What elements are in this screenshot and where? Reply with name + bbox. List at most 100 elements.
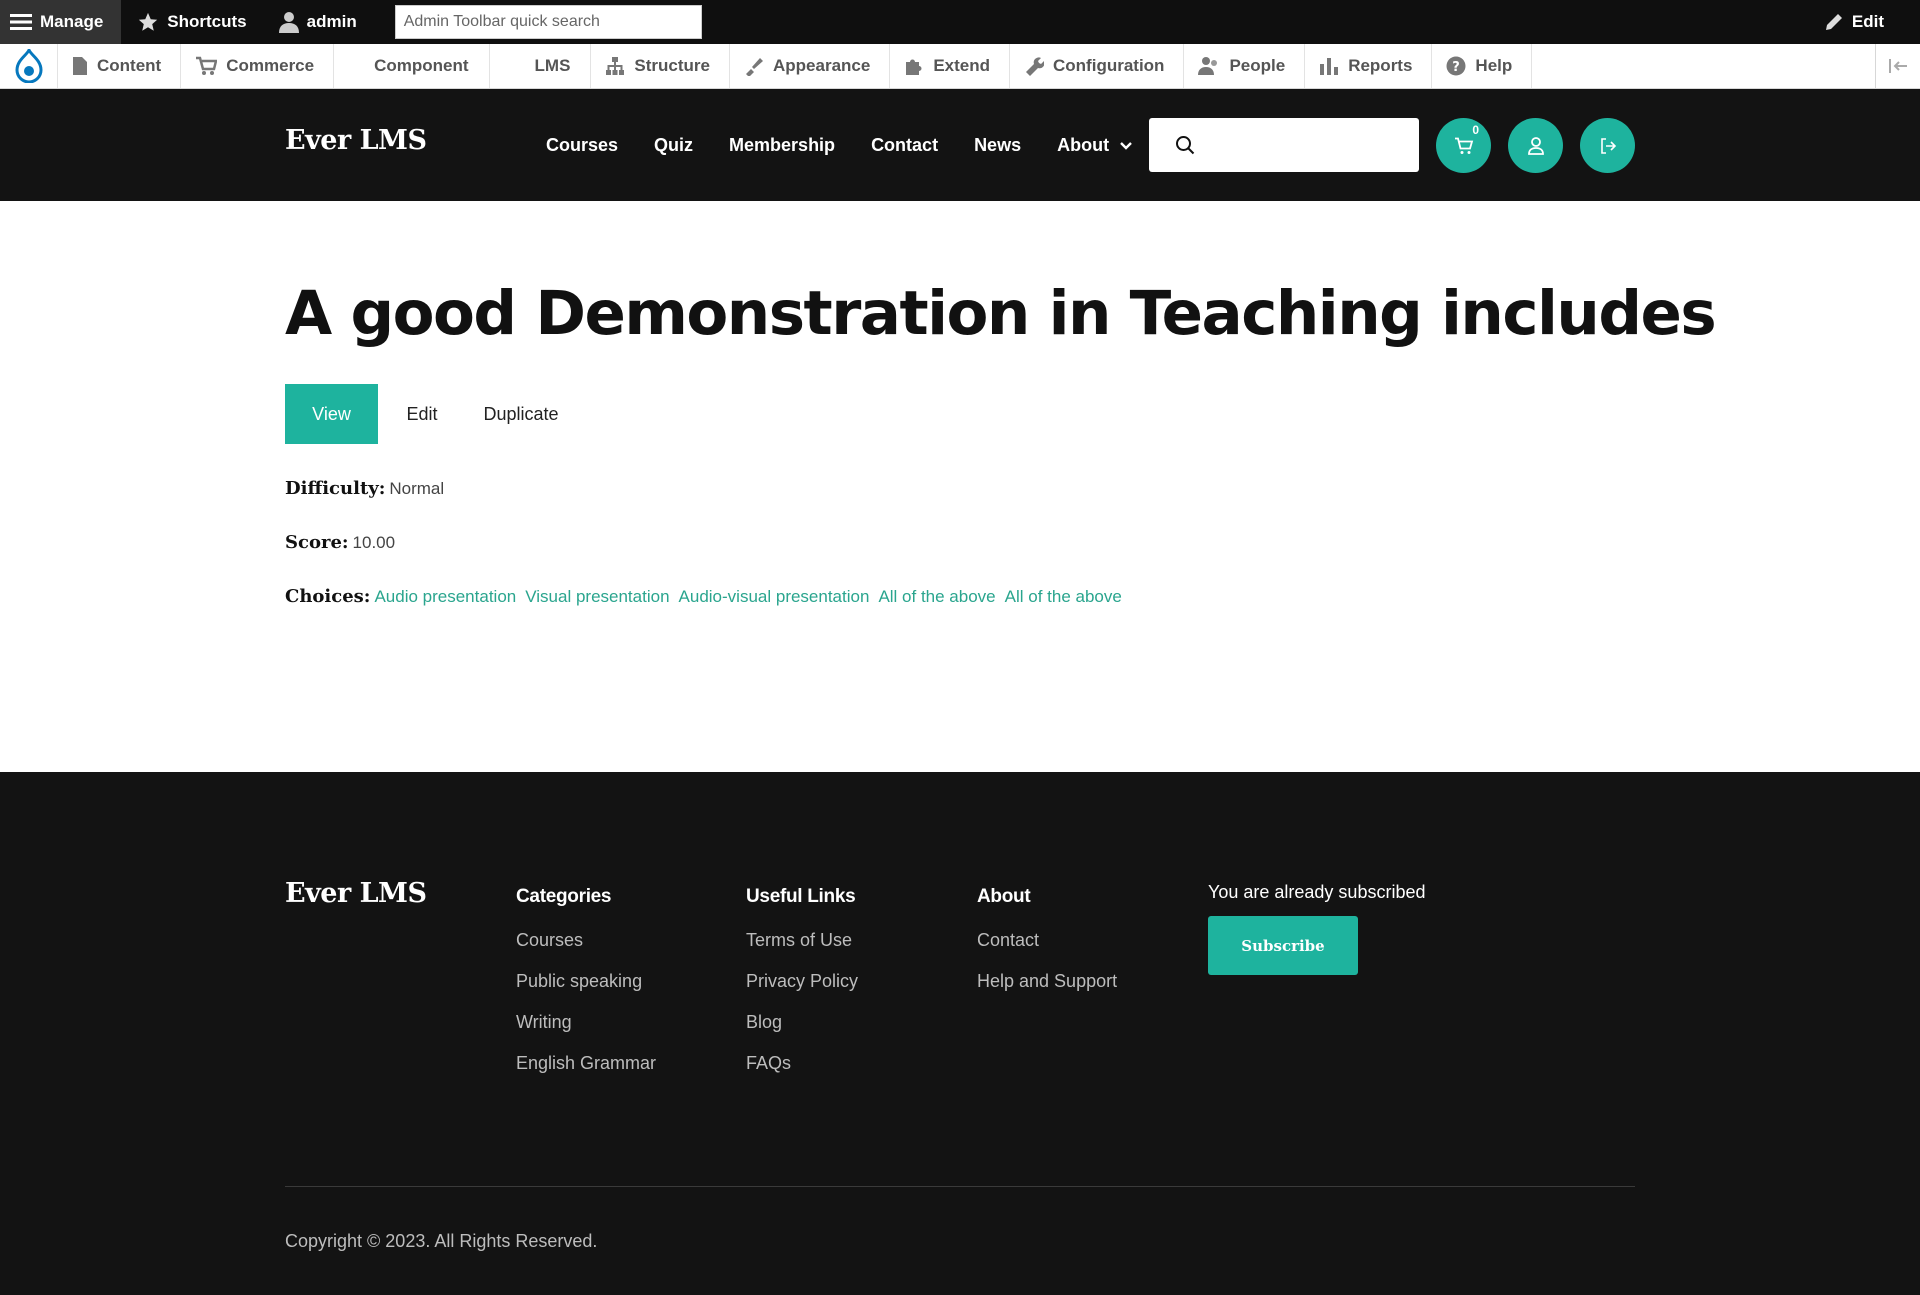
shortcuts-button[interactable]: Shortcuts (121, 0, 262, 44)
footer-categories: Categories Courses Public speaking Writi… (516, 886, 656, 1092)
tray-item-help[interactable]: ? Help (1432, 44, 1533, 88)
footer-link[interactable]: Writing (516, 1010, 656, 1034)
choice-link[interactable]: Visual presentation (525, 587, 669, 607)
site-logo[interactable]: Ever LMS (285, 125, 427, 156)
wrench-icon (1026, 57, 1045, 76)
choice-link[interactable]: All of the above (878, 587, 995, 607)
choice-link[interactable]: Audio-visual presentation (679, 587, 870, 607)
footer-link[interactable]: Contact (977, 928, 1117, 952)
header-search-input[interactable] (1149, 118, 1419, 172)
page-title: A good Demonstration in Teaching include… (285, 278, 1717, 349)
cart-count-badge: 0 (1472, 123, 1479, 137)
chevron-down-icon (1120, 141, 1132, 150)
cart-button[interactable]: 0 (1436, 118, 1491, 173)
tray-item-label: People (1229, 56, 1286, 75)
star-icon (139, 12, 158, 31)
footer-link[interactable]: Privacy Policy (746, 969, 858, 993)
tray-item-people[interactable]: People (1184, 44, 1306, 88)
tray-item-label: Extend (933, 56, 991, 75)
sitemap-icon (606, 57, 625, 75)
user-button[interactable]: admin (263, 0, 373, 44)
tray-item-label: Appearance (773, 56, 871, 75)
choice-link[interactable]: Audio presentation (374, 587, 516, 607)
nav-membership[interactable]: Membership (729, 135, 835, 156)
score-value: 10.00 (352, 533, 396, 552)
logout-icon (1600, 137, 1616, 154)
bar-chart-icon (1320, 58, 1339, 75)
nav-about-label: About (1057, 135, 1110, 155)
tab-edit[interactable]: Edit (378, 384, 466, 444)
tray-item-structure[interactable]: Structure (591, 44, 730, 88)
score-label: Score: (285, 532, 349, 553)
hamburger-icon (10, 14, 32, 30)
nav-about[interactable]: About (1057, 135, 1133, 156)
tray-item-commerce[interactable]: Commerce (181, 44, 335, 88)
difficulty-value: Normal (389, 479, 445, 498)
subscribe-button[interactable]: Subscribe (1208, 916, 1358, 975)
field-score: Score: 10.00 (285, 532, 395, 553)
footer-link[interactable]: English Grammar (516, 1051, 656, 1075)
tray-item-reports[interactable]: Reports (1305, 44, 1433, 88)
main-nav: Courses Quiz Membership Contact News Abo… (546, 135, 1133, 156)
copyright-text: Copyright © 2023. All Rights Reserved. (285, 1231, 598, 1251)
drupal-logo-icon (14, 49, 43, 83)
user-icon (278, 12, 299, 33)
logout-button[interactable] (1580, 118, 1635, 173)
nav-news[interactable]: News (974, 135, 1021, 156)
tray-item-label: Commerce (226, 56, 315, 75)
manage-button[interactable]: Manage (0, 0, 122, 44)
admin-quick-search-input[interactable]: Admin Toolbar quick search (394, 5, 702, 39)
admin-tray: Content Commerce Component LMS Structure… (0, 44, 1920, 89)
nav-contact[interactable]: Contact (871, 135, 938, 156)
local-tabs: View Edit Duplicate (285, 384, 576, 444)
nav-quiz[interactable]: Quiz (654, 135, 693, 156)
subscription-status: You are already subscribed (1208, 882, 1426, 902)
cart-icon (196, 56, 218, 75)
site-header: Ever LMS Courses Quiz Membership Contact… (0, 89, 1920, 201)
help-icon: ? (1446, 56, 1466, 76)
footer-logo[interactable]: Ever LMS (285, 878, 427, 909)
tray-item-component[interactable]: Component (334, 44, 490, 88)
tray-item-appearance[interactable]: Appearance (730, 44, 891, 88)
footer-link[interactable]: FAQs (746, 1051, 858, 1075)
footer-divider (285, 1186, 1635, 1187)
nav-courses[interactable]: Courses (546, 135, 618, 156)
tray-item-content[interactable]: Content (58, 44, 182, 88)
drupal-home-link[interactable] (0, 44, 58, 88)
choice-link[interactable]: All of the above (1005, 587, 1122, 607)
footer-link[interactable]: Help and Support (977, 969, 1117, 993)
cart-icon (1454, 137, 1473, 154)
manage-label: Manage (40, 12, 104, 31)
people-icon (1198, 57, 1218, 75)
admin-toolbar: Manage Shortcuts admin Admin Toolbar qui… (0, 0, 1920, 44)
puzzle-icon (906, 59, 922, 75)
page-icon (73, 57, 87, 75)
svg-text:?: ? (1453, 60, 1461, 75)
edit-mode-button[interactable]: Edit (1808, 0, 1900, 44)
search-icon (1176, 136, 1195, 155)
field-choices: Choices: Audio presentation Visual prese… (285, 586, 1131, 607)
footer-link[interactable]: Public speaking (516, 969, 656, 993)
footer-about: About Contact Help and Support (977, 886, 1117, 1010)
tray-item-extend[interactable]: Extend (890, 44, 1011, 88)
user-label: admin (306, 12, 357, 31)
tray-item-configuration[interactable]: Configuration (1010, 44, 1185, 88)
account-button[interactable] (1508, 118, 1563, 173)
collapse-tray-button[interactable] (1875, 44, 1920, 88)
tab-view[interactable]: View (285, 384, 378, 444)
difficulty-label: Difficulty: (285, 478, 386, 499)
footer-link[interactable]: Blog (746, 1010, 858, 1034)
collapse-icon (1889, 59, 1907, 73)
tab-duplicate[interactable]: Duplicate (466, 384, 576, 444)
footer-link[interactable]: Terms of Use (746, 928, 858, 952)
user-icon (1527, 136, 1544, 155)
pencil-icon (1825, 14, 1842, 30)
footer-link[interactable]: Courses (516, 928, 656, 952)
footer-heading: Useful Links (746, 886, 856, 907)
edit-mode-label: Edit (1851, 12, 1884, 31)
choices-label: Choices: (285, 586, 371, 607)
shortcuts-label: Shortcuts (167, 12, 247, 31)
tray-item-label: LMS (534, 56, 571, 75)
site-footer: Ever LMS Categories Courses Public speak… (0, 772, 1920, 1295)
tray-item-lms[interactable]: LMS (490, 44, 592, 88)
